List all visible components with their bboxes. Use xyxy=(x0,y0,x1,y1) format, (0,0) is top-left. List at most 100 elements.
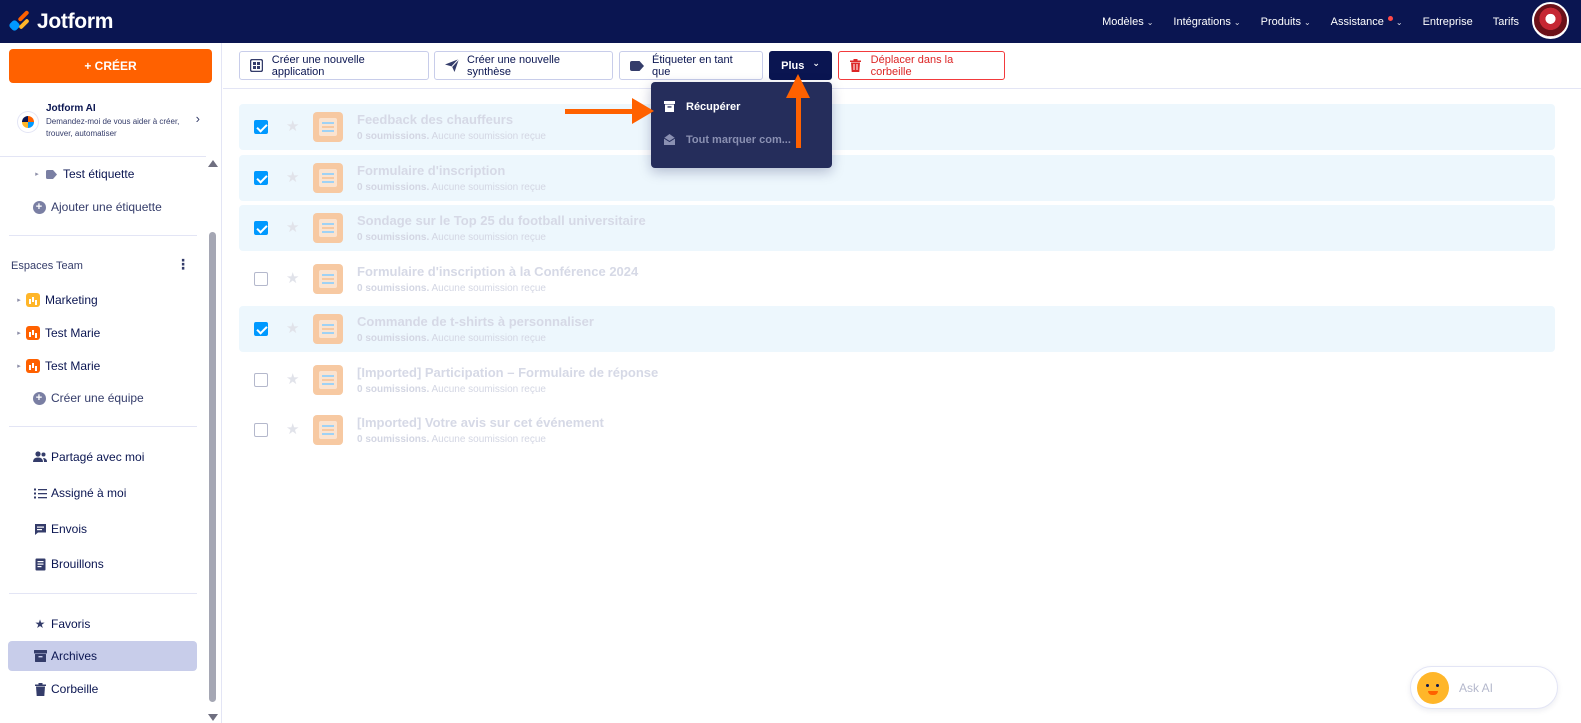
scroll-down-icon[interactable] xyxy=(208,714,218,721)
form-title[interactable]: Formulaire d'inscription à la Conférence… xyxy=(357,264,638,279)
caret-right-icon: ▸ xyxy=(35,171,39,178)
form-title[interactable]: [Imported] Votre avis sur cet événement xyxy=(357,415,604,430)
list-item[interactable]: ★ Feedback des chauffeurs 0 soumissions.… xyxy=(239,104,1555,150)
star-icon[interactable]: ★ xyxy=(286,168,299,186)
tag-icon xyxy=(44,167,58,181)
create-button[interactable]: + CRÉER xyxy=(9,49,212,83)
jotform-logo-icon xyxy=(8,9,30,32)
teams-section-title: Espaces Team xyxy=(11,260,83,272)
sidebar-item-drafts[interactable]: Brouillons xyxy=(8,549,197,579)
add-label-button[interactable]: + Ajouter une étiquette xyxy=(0,193,205,221)
jotform-ai-card[interactable]: Jotform AI Demandez-moi de vous aider à … xyxy=(8,98,208,150)
row-checkbox[interactable] xyxy=(254,120,268,134)
report-plane-icon xyxy=(445,59,459,73)
sidebar-item-shared[interactable]: Partagé avec moi xyxy=(8,442,197,472)
ai-card-description: Demandez-moi de vous aider à créer, trou… xyxy=(46,117,180,138)
nav-integrations-label: Intégrations xyxy=(1173,15,1231,28)
form-title[interactable]: Formulaire d'inscription xyxy=(357,163,505,178)
list-item[interactable]: ★ [Imported] Participation – Formulaire … xyxy=(239,357,1555,403)
list-item[interactable]: ★ Commande de t-shirts à personnaliser 0… xyxy=(239,306,1555,352)
chevron-right-icon: › xyxy=(195,111,200,126)
user-avatar[interactable] xyxy=(1532,2,1569,39)
sidebar-item-submissions[interactable]: Envois xyxy=(8,514,197,544)
list-item[interactable]: ★ Sondage sur le Top 25 du football univ… xyxy=(239,205,1555,251)
nav-assistance[interactable]: Assistance ⌄ xyxy=(1321,16,1413,28)
form-meta: 0 soumissions. Aucune soumission reçue xyxy=(357,131,546,142)
top-navigation-bar: Jotform Modèles ⌄ Intégrations ⌄ Produits ⌄… xyxy=(0,0,1581,43)
label-as-button[interactable]: Étiqueter en tant que xyxy=(619,51,763,80)
menu-item-mark-all-read: Tout marquer com... xyxy=(651,125,832,155)
form-icon xyxy=(313,112,343,142)
sidebar-item-label: Envois xyxy=(51,522,88,536)
more-options-icon[interactable]: ⋮ xyxy=(176,256,190,273)
create-app-label: Créer une nouvelle application xyxy=(271,53,365,78)
row-checkbox[interactable] xyxy=(254,171,268,185)
create-report-label: Créer une nouvelle synthèse xyxy=(467,53,560,78)
sidebar-item-assigned[interactable]: Assigné à moi xyxy=(8,478,197,508)
caret-right-icon: ▸ xyxy=(17,363,21,370)
annotation-arrowhead-right xyxy=(632,98,654,124)
star-icon[interactable]: ★ xyxy=(286,269,299,287)
form-title[interactable]: Sondage sur le Top 25 du football univer… xyxy=(357,213,646,228)
mail-open-icon xyxy=(664,134,676,146)
row-checkbox[interactable] xyxy=(254,322,268,336)
sidebar-team-marketing[interactable]: ▸ Marketing xyxy=(0,286,205,314)
scrollbar-thumb[interactable] xyxy=(209,232,216,702)
form-title[interactable]: Feedback des chauffeurs xyxy=(357,112,513,127)
sidebar-item-label: Brouillons xyxy=(51,557,104,571)
row-checkbox[interactable] xyxy=(254,221,268,235)
sidebar-item-label: Archives xyxy=(51,649,98,663)
move-to-trash-label: Déplacer dans la corbeille xyxy=(870,53,954,78)
create-report-button[interactable]: Créer une nouvelle synthèse xyxy=(434,51,613,80)
nav-entreprise[interactable]: Entreprise xyxy=(1413,16,1483,28)
submission-count: 0 soumissions. xyxy=(357,434,430,445)
sidebar-item-trash[interactable]: Corbeille xyxy=(8,674,197,704)
star-icon[interactable]: ★ xyxy=(286,319,299,337)
create-app-button[interactable]: Créer une nouvelle application xyxy=(239,51,429,80)
actions-toolbar: Créer une nouvelle application Créer une… xyxy=(223,43,1581,89)
label-as-text: Étiqueter en tant que xyxy=(652,53,733,78)
nav-integrations[interactable]: Intégrations ⌄ xyxy=(1163,16,1250,28)
menu-item-label: Tout marquer com... xyxy=(686,134,791,146)
form-icon xyxy=(313,314,343,344)
star-icon[interactable]: ★ xyxy=(286,370,299,388)
team-icon xyxy=(26,326,40,340)
submission-status: Aucune soumission reçue xyxy=(431,131,546,142)
sidebar: + CRÉER Jotform AI Demandez-moi de vous … xyxy=(0,43,222,723)
nav-produits[interactable]: Produits ⌄ xyxy=(1251,16,1321,28)
trash-icon xyxy=(33,682,47,696)
plus-circle-icon: + xyxy=(32,391,46,405)
star-icon[interactable]: ★ xyxy=(286,117,299,135)
form-title[interactable]: Commande de t-shirts à personnaliser xyxy=(357,314,594,329)
caret-right-icon: ▸ xyxy=(17,297,21,304)
submission-status: Aucune soumission reçue xyxy=(431,232,546,243)
nav-modeles-label: Modèles xyxy=(1102,15,1144,28)
nav-modeles[interactable]: Modèles ⌄ xyxy=(1092,16,1163,28)
ask-ai-button[interactable]: Ask AI xyxy=(1410,666,1558,709)
sidebar-team-test-marie-2[interactable]: ▸ Test Marie xyxy=(0,352,205,380)
star-icon[interactable]: ★ xyxy=(286,218,299,236)
list-item[interactable]: ★ Formulaire d'inscription à la Conféren… xyxy=(239,256,1555,302)
nav-assistance-label: Assistance xyxy=(1330,15,1384,28)
form-icon xyxy=(313,163,343,193)
sidebar-team-test-marie[interactable]: ▸ Test Marie xyxy=(0,319,205,347)
row-checkbox[interactable] xyxy=(254,423,268,437)
list-item[interactable]: ★ Formulaire d'inscription 0 soumissions… xyxy=(239,155,1555,201)
sidebar-scrollbar[interactable] xyxy=(206,157,219,723)
jotform-logo[interactable]: Jotform xyxy=(8,9,113,34)
sidebar-item-favorites[interactable]: ★ Favoris xyxy=(8,609,197,639)
row-checkbox[interactable] xyxy=(254,373,268,387)
form-title[interactable]: [Imported] Participation – Formulaire de… xyxy=(357,365,658,380)
list-item[interactable]: ★ [Imported] Votre avis sur cet événemen… xyxy=(239,407,1555,453)
nav-tarifs[interactable]: Tarifs xyxy=(1483,16,1529,28)
sidebar-item-archives[interactable]: Archives xyxy=(8,641,197,671)
star-icon[interactable]: ★ xyxy=(286,420,299,438)
move-to-trash-button[interactable]: Déplacer dans la corbeille xyxy=(838,51,1005,80)
team-label: Marketing xyxy=(45,293,98,307)
scroll-up-icon[interactable] xyxy=(208,160,218,167)
form-icon xyxy=(313,264,343,294)
create-team-button[interactable]: + Créer une équipe xyxy=(0,384,205,412)
row-checkbox[interactable] xyxy=(254,272,268,286)
divider xyxy=(9,235,197,236)
sidebar-label-test-etiquette[interactable]: ▸ Test étiquette xyxy=(0,160,205,188)
